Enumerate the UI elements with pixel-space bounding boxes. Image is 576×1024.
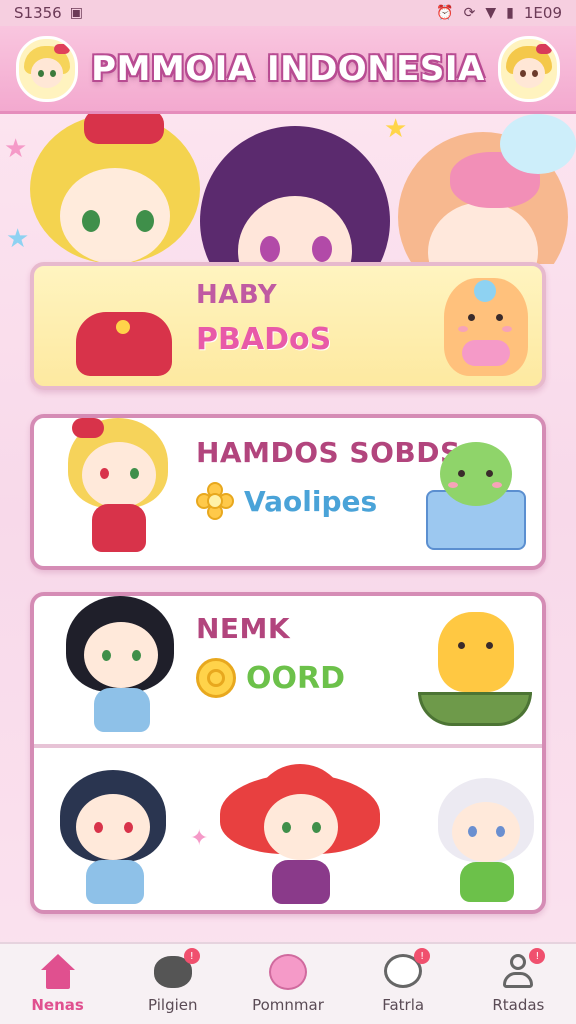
card-subtitle: Vaolipes (196, 482, 377, 520)
star-icon: ★ (4, 134, 28, 164)
nav-label: Pomnmar (252, 996, 324, 1014)
red-bow-icon (72, 418, 104, 438)
game-card-1[interactable]: HABY PBADoS (30, 262, 546, 390)
nav-label: Fatrla (382, 996, 425, 1014)
bottom-nav: Nenas ! Pilgien Pomnmar ! Fatrla ! Rtada… (0, 942, 576, 1024)
status-bar: S1356 ▣ ⏰ ⟳ ▼ ▮ 1E09 (0, 0, 576, 26)
card-title: NEMK (196, 612, 291, 645)
notification-badge: ! (529, 948, 546, 964)
yellow-pet-in-bowl-icon (418, 612, 532, 730)
alarm-icon: ⏰ (436, 5, 454, 21)
card-subtitle-text: OORD (246, 660, 346, 696)
card-title: HAMDOS SOBDS (196, 436, 461, 469)
card-subtitle: PBADoS (196, 322, 331, 357)
nav-item-pets[interactable]: ! Pilgien (118, 948, 228, 1014)
notification-badge: ! (414, 948, 431, 964)
wifi-icon: ▼ (485, 5, 497, 21)
green-dino-in-box-icon (426, 442, 526, 552)
card-subtitle-text: PBADoS (196, 322, 332, 357)
sparkle-icon: ✦ (190, 826, 209, 851)
orange-pet-icon (444, 278, 528, 376)
nav-label: Rtadas (492, 996, 545, 1014)
hero-banner: ★ ★ ★ (0, 114, 576, 264)
black-hair-catgirl-character (60, 592, 184, 740)
flower-coin-icon (196, 482, 234, 520)
blonde-girl-character (30, 114, 200, 264)
gold-coin-icon (196, 658, 236, 698)
user-avatar-left[interactable] (16, 36, 78, 102)
status-time: S1356 (14, 4, 62, 22)
star-icon: ★ (6, 224, 30, 254)
pink-blob-icon (267, 954, 309, 990)
game-card-3[interactable]: NEMK OORD ✦ (30, 592, 546, 914)
app-title: PMMOIA INDONESIA (91, 48, 485, 89)
nav-item-play[interactable]: Pomnmar (233, 954, 343, 1014)
app-header: PMMOIA INDONESIA (0, 26, 576, 114)
nav-label: Pilgien (148, 996, 198, 1014)
red-bow-icon (84, 114, 164, 144)
sync-icon: ⟳ (463, 5, 476, 21)
card-title: HABY (196, 280, 278, 310)
notification-badge: ! (183, 948, 200, 964)
nav-item-home[interactable]: Nenas (3, 954, 113, 1014)
ghost-mascot-icon (500, 114, 576, 174)
blonde-catgirl-character (58, 412, 186, 562)
status-clock: 1E09 (523, 4, 562, 22)
card-subtitle-text: Vaolipes (244, 484, 378, 518)
blonde-girl-avatar-icon (506, 44, 552, 92)
purple-hair-character (200, 126, 390, 264)
nav-item-profile[interactable]: ! Rtadas (463, 948, 573, 1014)
nav-item-friends[interactable]: ! Fatrla (348, 948, 458, 1014)
card-divider (34, 744, 542, 748)
white-hair-girl-character (434, 774, 540, 906)
nav-label: Nenas (31, 996, 84, 1014)
red-twintail-girl-character (220, 764, 380, 910)
user-avatar-right[interactable] (498, 36, 560, 102)
navy-hair-girl-character (54, 766, 174, 906)
home-icon (37, 954, 79, 990)
screenshot-icon: ▣ (69, 5, 83, 21)
game-card-2[interactable]: HAMDOS SOBDS Vaolipes (30, 414, 546, 570)
signal-icon: ▮ (506, 5, 514, 21)
blonde-girl-avatar-icon (24, 44, 70, 92)
blonde-girl-red-dress-character (60, 256, 190, 386)
card-subtitle: OORD (196, 658, 345, 698)
